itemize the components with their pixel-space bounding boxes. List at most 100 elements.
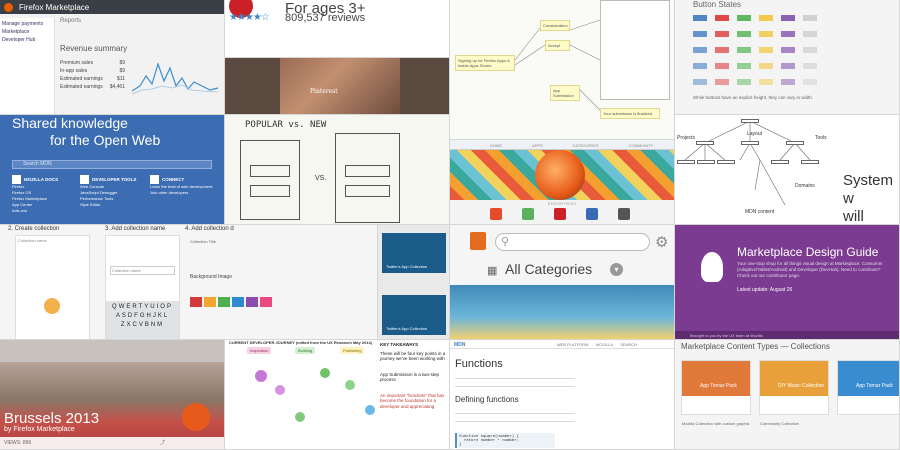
chevron-down-icon[interactable]: ▾ <box>610 263 623 276</box>
tree-label: MDN content <box>745 209 775 215</box>
code-sample: function square(number) { return number … <box>455 433 555 448</box>
journey-step <box>365 405 375 415</box>
app-icon[interactable] <box>490 208 502 220</box>
sketch-box <box>345 165 390 177</box>
sidebar-item[interactable]: Manage payments <box>2 20 52 28</box>
color-swatch[interactable] <box>218 297 230 307</box>
color-swatch[interactable] <box>232 297 244 307</box>
docs-heading: Functions <box>455 358 503 370</box>
app-card[interactable]: Twitter's App Collection <box>382 233 446 273</box>
docs-nav-item[interactable]: MOZILLA <box>596 342 613 347</box>
collection-flow-tile: 2. Create collection 3. Add collection n… <box>0 225 378 340</box>
brussels-tile: Brussels 2013 by Firefox Marketplace VIE… <box>0 340 225 450</box>
mdn-link[interactable]: Add-ons <box>12 208 58 214</box>
promo-banner[interactable] <box>450 285 674 339</box>
color-swatch[interactable] <box>204 297 216 307</box>
keyboard-row[interactable]: ZXCVBNM <box>106 322 179 328</box>
takeaway-item: An important "brackets" that has become … <box>380 392 445 409</box>
mozilla-docs-icon <box>12 175 21 184</box>
mdn-link[interactable]: Join other developers <box>150 190 213 196</box>
collection-card[interactable]: DIY Music Collection Community Collectio… <box>759 360 829 426</box>
app-card[interactable]: Twitter's App Collection <box>382 295 446 335</box>
collection-card-label: App Tornar Pack <box>856 383 893 389</box>
button-states-caption: While buttons have an explicit height, t… <box>693 95 814 100</box>
button-state-swatch <box>759 47 773 53</box>
firefox-logo-icon <box>182 403 210 431</box>
collection-card[interactable]: App Tornar Pack <box>837 360 899 415</box>
rocket-icon <box>701 252 723 282</box>
sketch-box <box>345 185 390 197</box>
add-collection-icon[interactable] <box>44 298 60 314</box>
collection-card[interactable]: App Tornar Pack Mozilla Collection with … <box>681 360 751 426</box>
button-state-swatch <box>803 15 817 21</box>
revenue-row: Estimated earnings $4,461 <box>60 84 125 90</box>
tree-node <box>801 160 819 164</box>
design-guide-footer: Brought to you by the UX team at Mozilla… <box>675 331 899 339</box>
docs-nav-item[interactable]: WEB PLATFORM <box>557 342 589 347</box>
app-icon[interactable] <box>554 208 566 220</box>
button-state-swatch <box>781 31 795 37</box>
editor-picks-label: EDITOR PICKS <box>547 201 577 206</box>
tab-apps[interactable]: APPS <box>532 143 543 148</box>
step-label: 4. Add collection d <box>185 226 234 232</box>
phase-label: Publishing <box>340 347 365 354</box>
gear-icon[interactable]: ⚙ <box>655 233 668 251</box>
mdn-link[interactable]: Style Editor <box>80 202 136 208</box>
categories-tile: ⚲ ⚙ ▦ All Categories ▾ <box>450 225 675 340</box>
tree-node <box>741 141 759 145</box>
app-icon[interactable] <box>618 208 630 220</box>
tree-label: Layout <box>747 131 763 137</box>
tab-categories[interactable]: CATEGORIES <box>573 143 599 148</box>
app-icon[interactable] <box>586 208 598 220</box>
sketch-box <box>250 165 290 177</box>
dashboard-main: Reports Revenue summary Premium sales $9 … <box>60 18 224 114</box>
brussels-footer: VIEWS: 896 ⤴ <box>0 437 224 449</box>
star-rating-icon: ★★★★☆ <box>229 12 270 23</box>
button-states-title: Button States <box>693 0 742 9</box>
mdn-column: DEVELOPER TOOLS Web Console JavaScript D… <box>80 175 137 208</box>
keyboard-row[interactable]: QWERTYUIOP <box>106 304 179 310</box>
color-swatch[interactable] <box>190 297 202 307</box>
mdn-search-input[interactable]: Search MDN <box>12 160 212 169</box>
all-categories-label[interactable]: All Categories <box>505 261 592 277</box>
color-swatch[interactable] <box>260 297 272 307</box>
pinterest-wordmark: Pinterest <box>310 88 338 95</box>
button-state-swatch <box>803 31 817 37</box>
connect-icon <box>150 175 159 184</box>
revenue-row: Estimated earnings $11 <box>60 76 125 82</box>
content-types-tile: Marketplace Content Types — Collections … <box>675 340 900 450</box>
button-state-swatch <box>693 15 707 21</box>
collection-card-label: App Tornar Pack <box>700 383 737 389</box>
share-icon[interactable]: ⤴ <box>160 439 165 446</box>
journey-step <box>275 385 285 395</box>
sketch-vs-label: VS. <box>315 175 327 182</box>
tree-node <box>697 160 715 164</box>
button-state-swatch <box>715 31 729 37</box>
keyboard[interactable]: QWERTYUIOP ASDFGHJKL ZXCVBNM <box>106 301 179 339</box>
tree-node <box>741 119 759 123</box>
search-input[interactable]: ⚲ <box>495 233 650 251</box>
app-screenshot <box>280 58 400 114</box>
mdn-subheadline: for the Open Web <box>50 132 161 148</box>
revenue-rows: Premium sales $9 In-app sales $9 Estimated… <box>60 59 125 91</box>
revenue-summary-heading: Revenue summary <box>60 44 128 53</box>
mdn-logo[interactable]: MDN <box>454 342 465 348</box>
keyboard-row[interactable]: ASDFGHJKL <box>106 313 179 319</box>
revenue-line-chart <box>132 62 219 95</box>
collection-name-input[interactable]: Collection name <box>110 266 175 275</box>
app-icon[interactable] <box>522 208 534 220</box>
color-swatch[interactable] <box>246 297 258 307</box>
design-guide-title: Marketplace Design Guide <box>737 245 879 259</box>
revenue-dashboard-tile[interactable]: Firefox Marketplace Manage payments Mark… <box>0 0 225 115</box>
tree-node <box>696 141 714 145</box>
tab-home[interactable]: HOME <box>490 143 502 148</box>
sketch-box <box>250 185 290 197</box>
docs-nav-item[interactable]: SEARCH <box>620 342 637 347</box>
phone-app-tile: Twitter's App Collection Twitter's App C… <box>378 225 450 340</box>
button-state-swatch <box>715 15 729 21</box>
sidebar-item[interactable]: Developer Hub <box>2 36 52 44</box>
sidebar-item[interactable]: Marketplace <box>2 28 52 36</box>
tree-node <box>677 160 695 164</box>
tab-community[interactable]: COMMUNITY <box>629 143 654 148</box>
docs-subheading: Defining functions <box>455 395 519 404</box>
